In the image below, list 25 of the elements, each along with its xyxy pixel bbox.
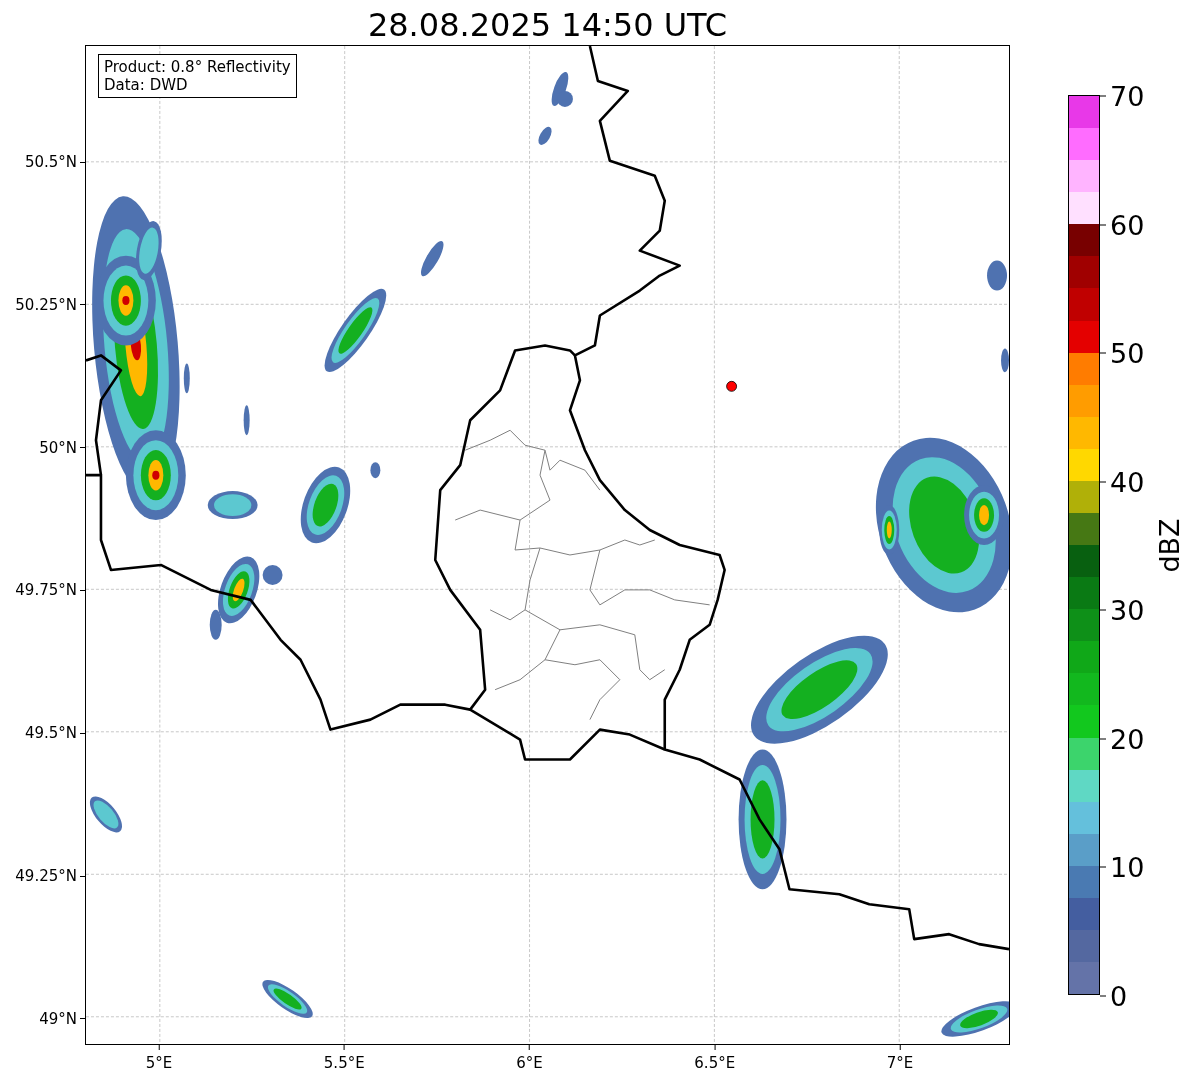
unit-label: dBZ (1153, 517, 1185, 573)
chart-title: 28.08.2025 14:50 UTC (367, 5, 728, 45)
latitude-label: 50°N (39, 438, 77, 457)
scale-label: 10 (1110, 851, 1145, 883)
scale-label: 70 (1110, 80, 1145, 112)
scale-label: 30 (1110, 594, 1145, 626)
latitude-label: 50.25°N (15, 295, 77, 314)
longitude-label: 5°E (145, 1054, 173, 1072)
longitude-label: 6.5°E (694, 1054, 736, 1072)
info-text: Product: 0.8° Reflectivity (104, 58, 291, 76)
longitude-label: 5.5°E (323, 1054, 365, 1072)
latitude-label: 49.5°N (24, 724, 77, 743)
longitude-label: 7°E (886, 1054, 914, 1072)
scale-label: 40 (1110, 466, 1145, 498)
scale-label: 60 (1110, 209, 1145, 241)
latitude-label: 49.25°N (15, 867, 77, 885)
scale-label: 50 (1110, 337, 1145, 369)
latitude-label: 49.75°N (15, 581, 77, 600)
latitude-label: 50.5°N (24, 153, 77, 171)
scale-label: 20 (1110, 723, 1145, 755)
latitude-label: 49°N (39, 1009, 77, 1028)
scale-label: 0 (1110, 980, 1128, 1012)
info-text: Data: DWD (104, 76, 189, 94)
location-marker (726, 380, 737, 392)
longitude-label: 6°E (516, 1054, 543, 1072)
